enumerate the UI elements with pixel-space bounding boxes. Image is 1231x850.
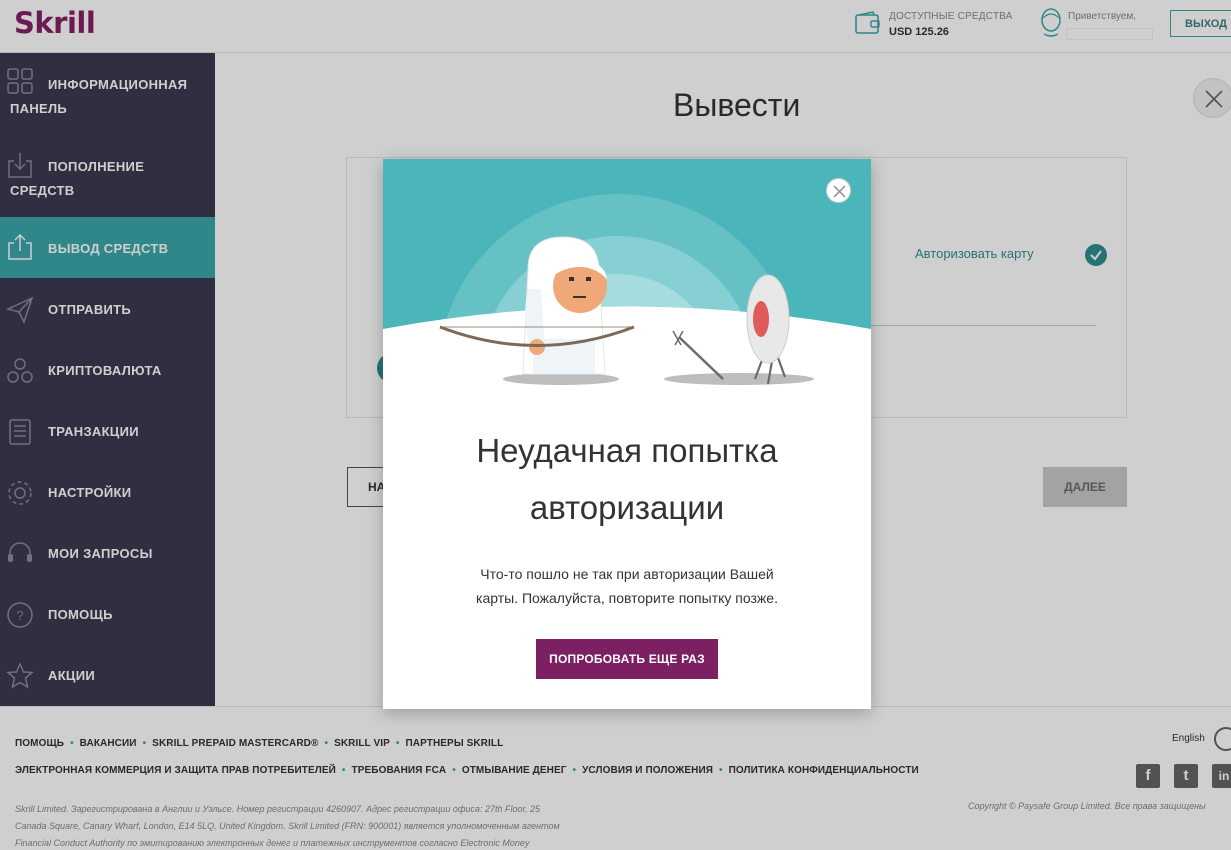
modal-title-line: Неудачная попытка [476,432,778,469]
close-icon [833,185,846,198]
retry-button[interactable]: ПОПРОБОВАТЬ ЕЩЕ РАЗ [536,639,718,679]
modal-message-line: Что-то пошло не так при авторизации Ваше… [480,566,774,582]
yeti-archer-illustration [383,159,871,394]
modal-message: Что-то пошло не так при авторизации Ваше… [383,562,871,610]
modal-message-line: карты. Пожалуйста, повторите попытку поз… [476,590,778,606]
modal-title: Неудачная попытка авторизации [383,422,871,536]
auth-failed-modal: Неудачная попытка авторизации Что-то пош… [383,159,871,709]
modal-close-button[interactable] [826,178,851,203]
modal-title-line: авторизации [529,489,725,526]
